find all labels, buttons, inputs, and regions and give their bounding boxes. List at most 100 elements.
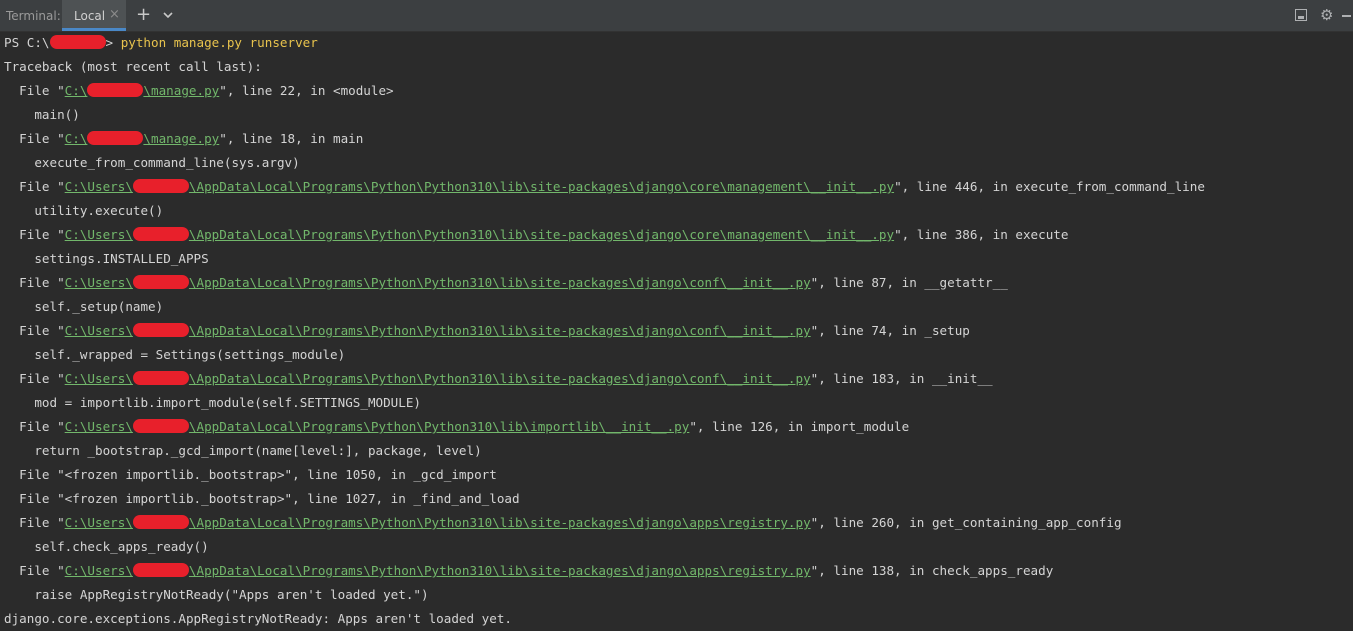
traceback-code-line: execute_from_command_line(sys.argv) [4,155,300,170]
redacted-block [132,419,189,433]
file-prefix: File " [4,371,65,386]
file-path-end: \AppData\Local\Programs\Python\Python310… [188,227,895,242]
redacted-block [132,515,189,529]
file-location: ", line 183, in __init__ [810,371,993,386]
file-path-end: \AppData\Local\Programs\Python\Python310… [188,323,811,338]
file-prefix: File " [4,419,65,434]
tab-local-label: Local [74,9,106,23]
file-path-link[interactable]: C:\ \manage.py [64,131,220,146]
redacted-block [87,131,144,145]
file-prefix: File " [4,131,65,146]
traceback-file-line: File "C:\Users\ \AppData\Local\Programs\P… [4,415,909,439]
file-path-end: \AppData\Local\Programs\Python\Python310… [188,371,811,386]
file-path-start: C:\Users\ [64,563,133,578]
traceback-file-line: File "C:\ \manage.py", line 18, in main [4,127,363,151]
traceback-code-line: self._setup(name) [4,299,164,314]
file-location: ", line 74, in _setup [810,323,970,338]
traceback-frozen-line: File "<frozen importlib._bootstrap>", li… [4,491,520,506]
terminal-tab-bar: Terminal: Local × + ⚙ [0,0,1353,32]
file-prefix: File " [4,227,65,242]
traceback-code-line: utility.execute() [4,203,164,218]
file-path-end: \AppData\Local\Programs\Python\Python310… [188,515,811,530]
traceback-file-line: File "C:\Users\ \AppData\Local\Programs\P… [4,175,1205,199]
file-location: ", line 138, in check_apps_ready [810,563,1054,578]
file-path-link[interactable]: C:\Users\ \AppData\Local\Programs\Python\… [65,179,894,194]
traceback-frozen-line: File "<frozen importlib._bootstrap>", li… [4,467,497,482]
redacted-block [87,83,144,97]
traceback-code-line: settings.INSTALLED_APPS [4,251,209,266]
file-path-start: C:\Users\ [64,275,133,290]
tab-local[interactable]: Local × [62,0,126,31]
traceback-file-line: File "C:\Users\ \AppData\Local\Programs\P… [4,319,970,343]
file-path-end: \AppData\Local\Programs\Python\Python310… [188,419,690,434]
file-location: ", line 446, in execute_from_command_lin… [894,179,1205,194]
file-location: ", line 386, in execute [894,227,1069,242]
redacted-block [132,563,189,577]
redacted-block [49,35,106,49]
file-prefix: File " [4,83,65,98]
file-path-start: C:\Users\ [64,419,133,434]
traceback-code-line: self._wrapped = Settings(settings_module… [4,347,346,362]
redacted-block [132,371,189,385]
minimize-icon[interactable] [1342,15,1351,17]
file-path-start: C:\Users\ [64,371,133,386]
traceback-code-line: raise AppRegistryNotReady("Apps aren't l… [4,587,429,602]
file-location: ", line 22, in <module> [219,83,394,98]
traceback-file-line: File "C:\ \manage.py", line 22, in <modul… [4,79,394,103]
traceback-file-line: File "C:\Users\ \AppData\Local\Programs\P… [4,223,1068,247]
prompt-prefix: PS C:\ [4,35,50,50]
file-path-start: C:\Users\ [64,515,133,530]
prompt-command: python manage.py runserver [120,35,318,50]
file-path-start: C:\Users\ [64,179,133,194]
file-path-end: \AppData\Local\Programs\Python\Python310… [188,563,811,578]
file-path-link[interactable]: C:\ \manage.py [64,83,220,98]
file-path-link[interactable]: C:\Users\ \AppData\Local\Programs\Python\… [65,371,811,386]
file-location: ", line 18, in main [219,131,364,146]
file-prefix: File " [4,275,65,290]
traceback-header: Traceback (most recent call last): [4,59,262,74]
close-tab-icon[interactable]: × [109,7,120,22]
traceback-code-line: return _bootstrap._gcd_import(name[level… [4,443,482,458]
file-location: ", line 126, in import_module [689,419,910,434]
gear-icon[interactable]: ⚙ [1320,6,1333,24]
file-path-start: C:\Users\ [64,227,133,242]
file-path-link[interactable]: C:\Users\ \AppData\Local\Programs\Python\… [65,563,811,578]
file-prefix: File " [4,563,65,578]
exception-message: django.core.exceptions.AppRegistryNotRea… [4,611,512,626]
tab-list-chevron-icon[interactable] [162,9,174,21]
file-path-link[interactable]: C:\Users\ \AppData\Local\Programs\Python\… [65,323,811,338]
file-path-end: \manage.py [143,83,220,98]
hide-panel-icon[interactable] [1295,9,1307,21]
file-path-start: C:\ [64,131,88,146]
traceback-file-line: File "C:\Users\ \AppData\Local\Programs\P… [4,559,1053,583]
redacted-block [132,227,189,241]
traceback-file-line: File "C:\Users\ \AppData\Local\Programs\P… [4,511,1122,535]
file-prefix: File " [4,515,65,530]
traceback-file-line: File "C:\Users\ \AppData\Local\Programs\P… [4,271,1008,295]
file-prefix: File " [4,323,65,338]
traceback-code-line: main() [4,107,80,122]
terminal-title: Terminal: [6,9,61,23]
file-path-start: C:\ [64,83,88,98]
file-path-end: \AppData\Local\Programs\Python\Python310… [188,275,811,290]
file-location: ", line 87, in __getattr__ [810,275,1008,290]
redacted-block [132,275,189,289]
prompt-suffix: > [105,35,114,50]
redacted-block [132,323,189,337]
file-path-link[interactable]: C:\Users\ \AppData\Local\Programs\Python\… [65,515,811,530]
file-path-link[interactable]: C:\Users\ \AppData\Local\Programs\Python\… [65,227,894,242]
file-path-start: C:\Users\ [64,323,133,338]
traceback-code-line: mod = importlib.import_module(self.SETTI… [4,395,422,410]
file-path-link[interactable]: C:\Users\ \AppData\Local\Programs\Python\… [65,275,811,290]
file-prefix: File " [4,179,65,194]
file-location: ", line 260, in get_containing_app_confi… [810,515,1122,530]
file-path-link[interactable]: C:\Users\ \AppData\Local\Programs\Python\… [64,419,690,434]
file-path-end: \AppData\Local\Programs\Python\Python310… [188,179,895,194]
traceback-code-line: self.check_apps_ready() [4,539,209,554]
file-path-end: \manage.py [143,131,220,146]
redacted-block [132,179,189,193]
terminal-output[interactable]: PS C:\ > python manage.py runserver Trace… [0,31,1353,631]
new-tab-icon[interactable]: + [136,4,151,25]
prompt-line: PS C:\ > python manage.py runserver [4,31,318,55]
traceback-file-line: File "C:\Users\ \AppData\Local\Programs\P… [4,367,993,391]
